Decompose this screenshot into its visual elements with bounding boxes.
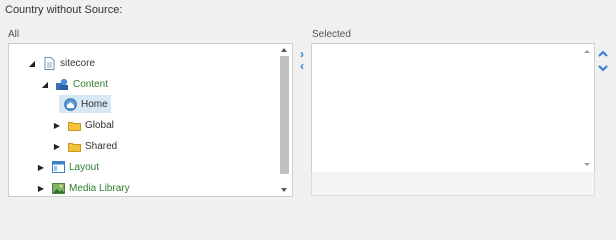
collapse-arrow-icon[interactable]: ◢ [26,59,38,68]
layout-icon [51,160,65,174]
tree-node-label: Global [85,119,114,131]
tree-node-sitecore[interactable]: ◢ sitecore [26,54,95,72]
move-down-button[interactable] [597,62,609,76]
tree-node-label: Layout [69,161,100,173]
folder-icon [67,118,81,132]
tree-node-label: Media Library [69,182,130,194]
media-icon [51,181,65,195]
tree-node-label: Home [81,98,108,110]
all-items-tree[interactable]: ◢ sitecore ◢ Content Home ▶ Global ▶ Sha… [8,43,293,197]
page-icon [42,56,56,70]
home-globe-icon [63,97,77,111]
selected-list-footer [311,172,595,196]
tree-node-layout[interactable]: ▶ Layout [35,158,99,176]
field-label: Country without Source: [5,4,123,16]
tree-node-home[interactable]: Home [59,95,111,113]
content-icon [55,77,69,91]
tree-node-label: Shared [85,140,118,152]
expand-arrow-icon[interactable]: ▶ [35,184,47,193]
scroll-down-arrow-icon[interactable] [281,188,287,192]
expand-arrow-icon[interactable]: ▶ [51,121,63,130]
order-buttons [597,48,609,76]
tree-node-content[interactable]: ◢ Content [39,75,108,93]
selected-column-label: Selected [312,29,351,40]
selected-items-list[interactable] [311,43,595,173]
expand-arrow-icon[interactable]: ▶ [51,142,63,151]
expand-arrow-icon[interactable]: ▶ [35,163,47,172]
scroll-up-arrow-icon[interactable] [281,48,287,52]
chevron-down-icon [598,65,608,72]
transfer-buttons: › ‹ [296,48,308,72]
scroll-down-arrow-icon[interactable] [584,163,590,166]
tree-node-label: Content [73,78,109,90]
tree-node-shared[interactable]: ▶ Shared [51,137,117,155]
remove-from-selected-button[interactable]: ‹ [296,60,308,72]
chevron-up-icon [598,50,608,57]
folder-icon [67,139,81,153]
tree-node-global[interactable]: ▶ Global [51,116,114,134]
tree-scrollbar[interactable] [278,44,292,196]
scroll-up-arrow-icon[interactable] [584,50,590,53]
tree-node-label: sitecore [60,57,96,69]
all-column-label: All [8,29,20,40]
selected-scrollbar[interactable] [580,44,594,172]
scroll-thumb[interactable] [280,56,289,174]
collapse-arrow-icon[interactable]: ◢ [39,80,51,89]
move-up-button[interactable] [597,48,609,62]
tree-node-media-library[interactable]: ▶ Media Library [35,179,130,196]
